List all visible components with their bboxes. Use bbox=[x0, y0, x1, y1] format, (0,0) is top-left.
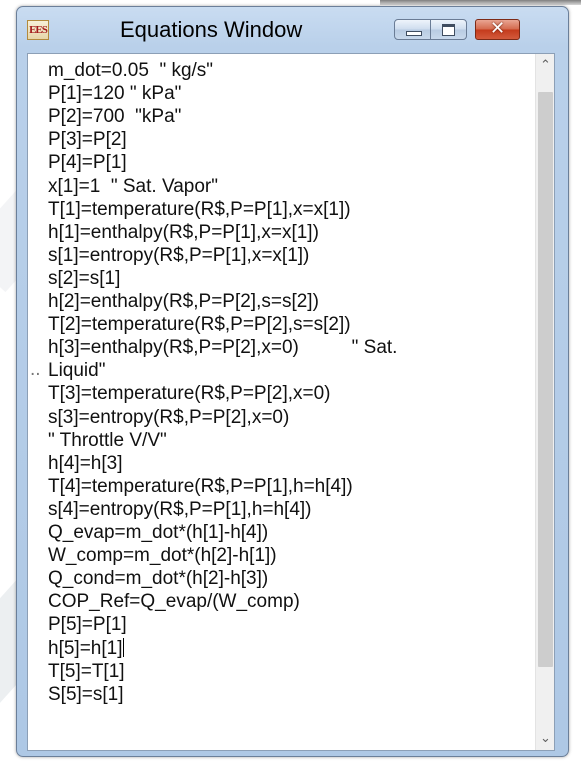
background-window-edge bbox=[380, 0, 581, 5]
equation-line[interactable]: s[2]=s[1] bbox=[48, 267, 120, 290]
text-caret bbox=[123, 637, 125, 657]
maximize-icon bbox=[442, 24, 455, 36]
equation-line[interactable]: s[1]=entropy(R$,P=P[1],x=x[1]) bbox=[48, 244, 309, 267]
equation-line[interactable]: P[4]=P[1] bbox=[48, 151, 127, 174]
equation-line[interactable]: T[1]=temperature(R$,P=P[1],x=x[1]) bbox=[48, 198, 351, 221]
equation-line[interactable]: h[1]=enthalpy(R$,P=P[1],x=x[1]) bbox=[48, 221, 319, 244]
vertical-scrollbar[interactable]: ⌃ ⌄ bbox=[535, 54, 554, 750]
equation-line[interactable]: P[3]=P[2] bbox=[48, 128, 127, 151]
scroll-up-arrow-icon[interactable]: ⌃ bbox=[536, 56, 554, 75]
close-button[interactable]: ✕ bbox=[475, 18, 520, 40]
equation-line[interactable]: h[5]=h[1] bbox=[48, 637, 125, 660]
scroll-down-arrow-icon[interactable]: ⌄ bbox=[536, 729, 554, 748]
equation-line[interactable]: Q_cond=m_dot*(h[2]-h[3]) bbox=[48, 567, 268, 590]
close-icon: ✕ bbox=[489, 18, 506, 39]
maximize-button[interactable] bbox=[430, 19, 467, 40]
line-wrap-marker: .. bbox=[30, 359, 41, 381]
equation-line[interactable]: h[3]=enthalpy(R$,P=P[2],x=0) " Sat. bbox=[48, 336, 397, 359]
title-bar[interactable]: EES Equations Window ✕ bbox=[17, 7, 568, 53]
equation-line[interactable]: s[4]=entropy(R$,P=P[1],h=h[4]) bbox=[48, 498, 312, 521]
equation-line[interactable]: P[5]=P[1] bbox=[48, 613, 127, 636]
equation-line[interactable]: m_dot=0.05 " kg/s" bbox=[48, 59, 213, 82]
scrollbar-thumb[interactable] bbox=[538, 92, 553, 667]
equation-line[interactable]: Liquid" bbox=[48, 359, 105, 382]
equation-line[interactable]: W_comp=m_dot*(h[2]-h[1]) bbox=[48, 544, 277, 567]
minimize-icon bbox=[406, 31, 422, 36]
equation-line[interactable]: T[5]=T[1] bbox=[48, 660, 125, 683]
equations-editor-area[interactable]: .. m_dot=0.05 " kg/s" P[1]=120 " kPa" P[2]… bbox=[27, 53, 555, 751]
equation-line[interactable]: " Throttle V/V" bbox=[48, 429, 167, 452]
equation-line[interactable]: S[5]=s[1] bbox=[48, 683, 124, 706]
equation-line[interactable]: s[3]=entropy(R$,P=P[2],x=0) bbox=[48, 406, 289, 429]
equation-line[interactable]: T[3]=temperature(R$,P=P[2],x=0) bbox=[48, 382, 331, 405]
equations-window: EES Equations Window ✕ .. m_dot=0.05 " k… bbox=[16, 6, 569, 757]
equation-line[interactable]: h[4]=h[3] bbox=[48, 452, 122, 475]
minimize-button[interactable] bbox=[394, 19, 431, 40]
equation-line[interactable]: P[1]=120 " kPa" bbox=[48, 82, 181, 105]
equation-line[interactable]: T[4]=temperature(R$,P=P[1],h=h[4]) bbox=[48, 475, 353, 498]
equation-line[interactable]: Q_evap=m_dot*(h[1]-h[4]) bbox=[48, 521, 268, 544]
equation-line[interactable]: P[2]=700 "kPa" bbox=[48, 105, 181, 128]
equation-line[interactable]: COP_Ref=Q_evap/(W_comp) bbox=[48, 590, 300, 613]
window-title: Equations Window bbox=[120, 17, 303, 42]
equations-text-editor[interactable]: .. m_dot=0.05 " kg/s" P[1]=120 " kPa" P[2]… bbox=[28, 54, 536, 750]
equation-line[interactable]: x[1]=1 " Sat. Vapor" bbox=[48, 175, 218, 198]
equation-line[interactable]: h[2]=enthalpy(R$,P=P[2],s=s[2]) bbox=[48, 290, 319, 313]
equation-line[interactable]: T[2]=temperature(R$,P=P[2],s=s[2]) bbox=[48, 313, 351, 336]
ees-app-icon[interactable]: EES bbox=[27, 20, 49, 40]
